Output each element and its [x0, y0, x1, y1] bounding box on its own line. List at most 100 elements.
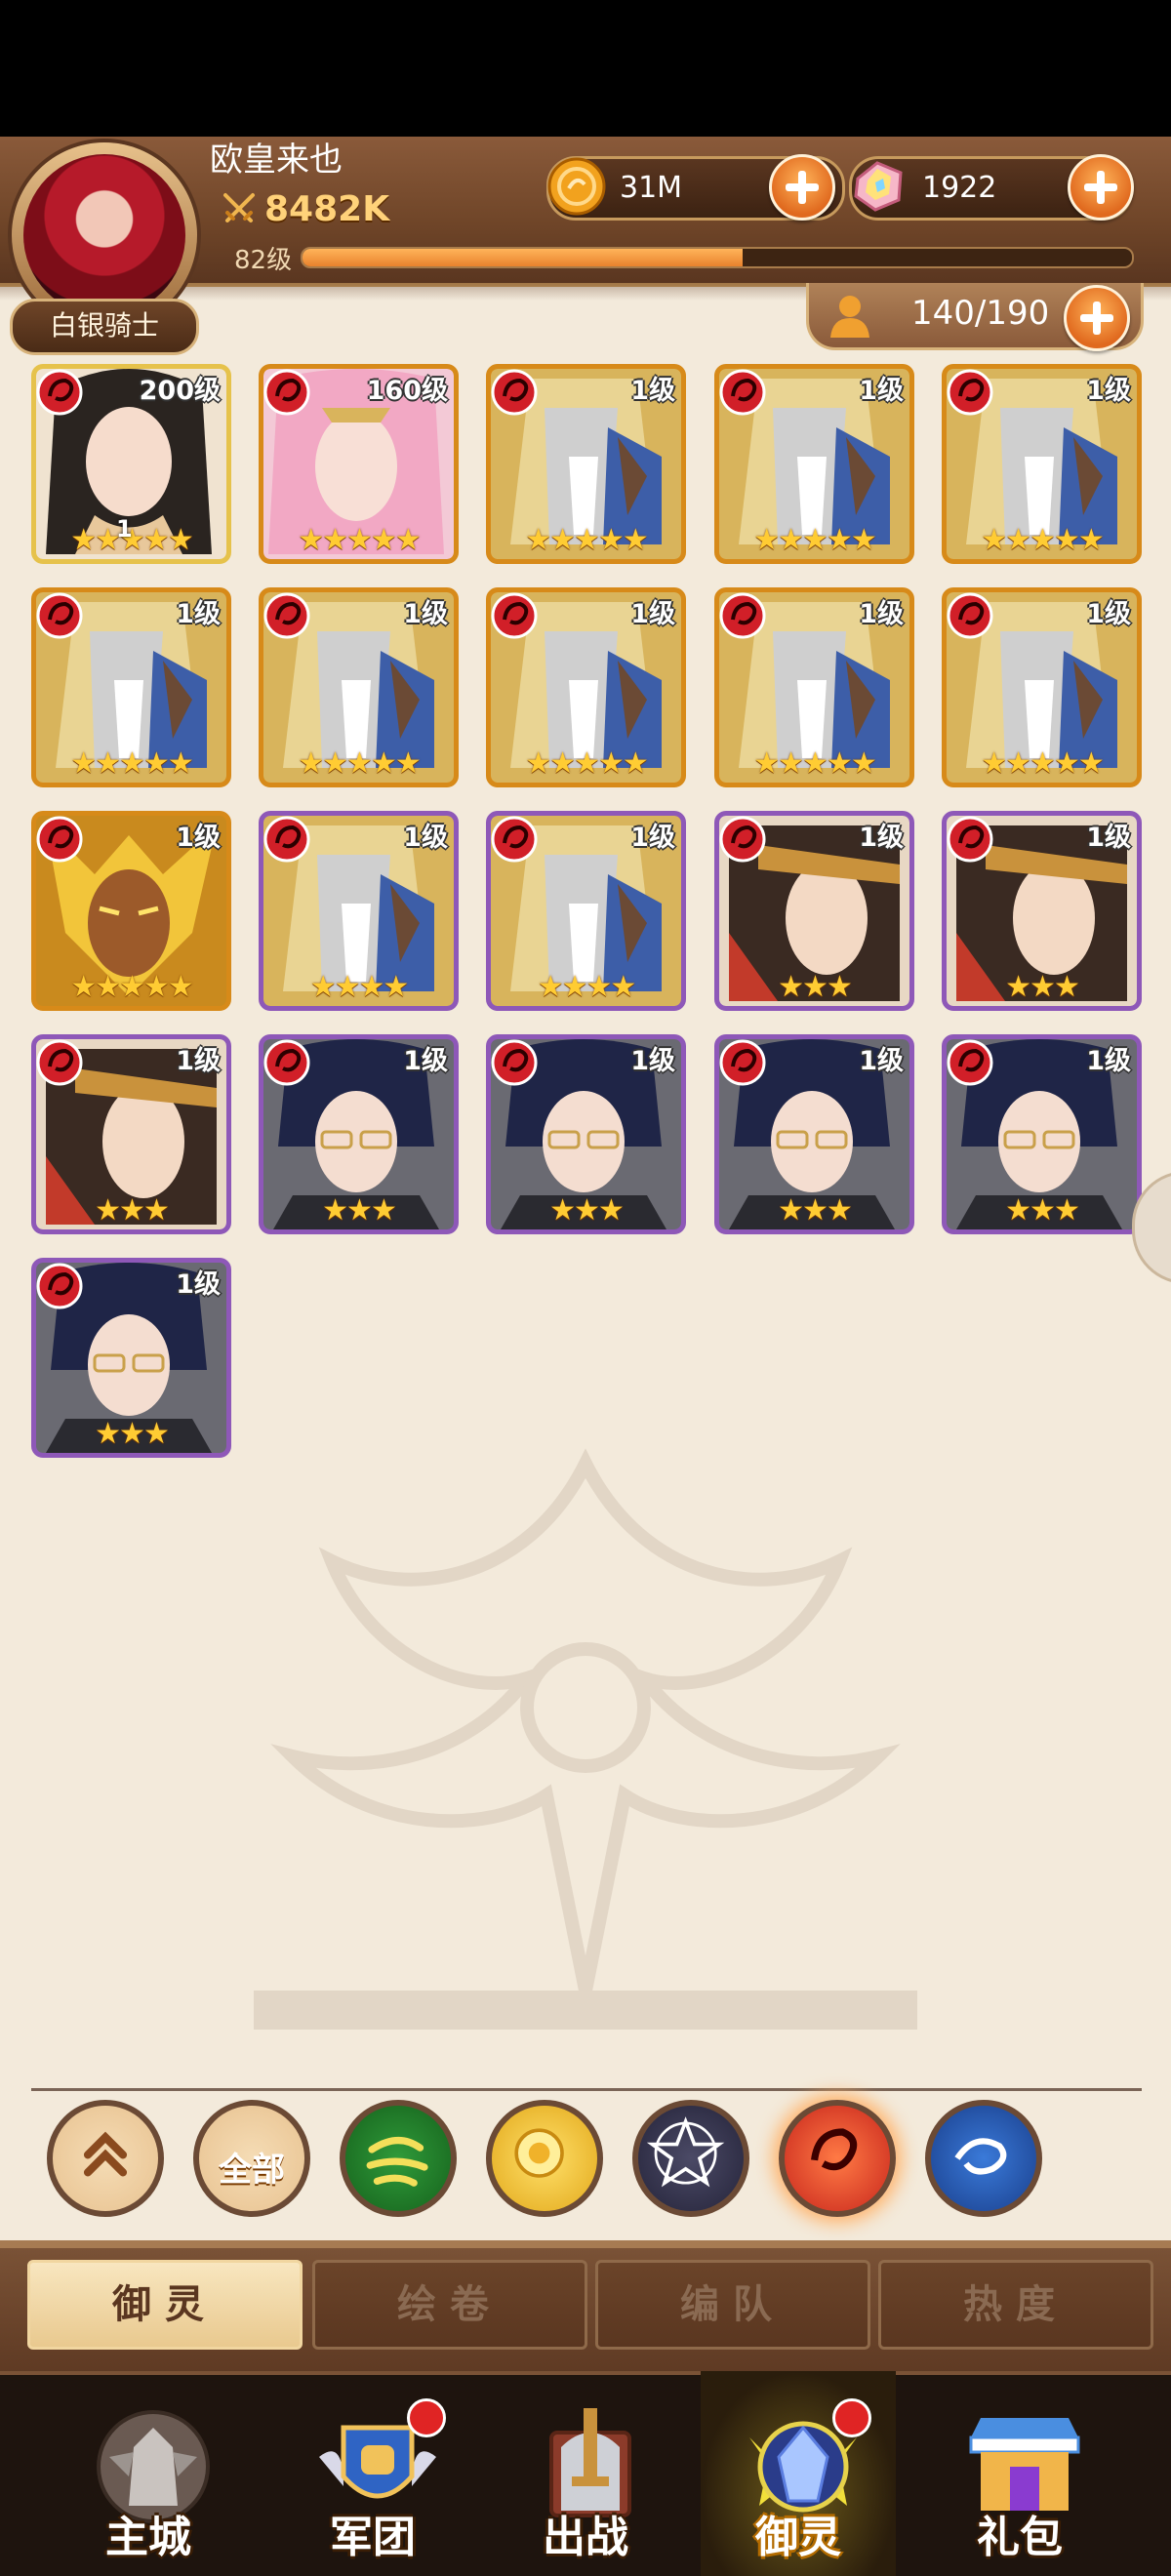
rose-element-icon — [492, 2106, 597, 2211]
fire-element-icon — [491, 369, 538, 416]
water-element-icon — [931, 2106, 1036, 2211]
hero-card[interactable]: 1级 ★★★ — [714, 1034, 914, 1234]
hero-level: 1级 — [403, 823, 448, 853]
fire-element-icon — [36, 1039, 83, 1086]
gold-coin-icon — [547, 157, 606, 216]
filter-divider — [31, 2088, 1142, 2091]
hero-card[interactable]: 1级 ★★★ — [31, 1258, 231, 1458]
filter-wind-button[interactable] — [340, 2100, 457, 2217]
fire-element-icon — [36, 816, 83, 863]
hero-star-rating: ★★★★ — [537, 970, 637, 1004]
filter-light-button[interactable] — [486, 2100, 603, 2217]
notification-dot — [407, 2398, 446, 2437]
crystal-gem-icon — [854, 161, 903, 212]
filter-water-button[interactable] — [925, 2100, 1042, 2217]
tab-label: 绘卷 — [397, 2282, 503, 2327]
filter-dark-button[interactable] — [632, 2100, 749, 2217]
hero-star-rating: ★★★★★ — [753, 746, 876, 781]
hero-card[interactable]: 1级 ★★★ — [259, 1034, 459, 1234]
fire-element-icon — [491, 592, 538, 639]
filter-label: 全部 — [219, 2151, 285, 2190]
hero-star-rating: ★★★★★ — [298, 523, 421, 557]
nav-main-city[interactable]: 主城 — [51, 2371, 246, 2576]
fire-element-icon — [947, 1039, 993, 1086]
hero-level: 1级 — [176, 823, 221, 853]
hero-level: 160级 — [366, 376, 448, 406]
hero-level: 1级 — [1086, 376, 1131, 406]
hero-level: 1级 — [1086, 1046, 1131, 1076]
hero-card[interactable]: 1级 ★★★★★ — [942, 587, 1142, 787]
fire-element-icon — [36, 592, 83, 639]
hero-star-rating: ★★★★★ — [525, 746, 648, 781]
crossed-swords-icon — [223, 193, 255, 222]
filter-all-button[interactable]: 全部 — [193, 2100, 310, 2217]
tab-biandui[interactable]: 编队 — [595, 2260, 870, 2350]
hero-card[interactable]: 1级 ★★★ — [486, 1034, 686, 1234]
fire-element-icon — [719, 1039, 766, 1086]
fire-element-icon — [719, 592, 766, 639]
hero-level: 1级 — [630, 376, 675, 406]
hero-badge-number: 1 — [116, 515, 133, 543]
exp-bar — [301, 247, 1134, 268]
hero-level: 1级 — [176, 1046, 221, 1076]
hero-card[interactable]: 1级 ★★★ — [942, 1034, 1142, 1234]
nav-label: 出战 — [543, 2513, 628, 2562]
hero-level: 1级 — [859, 823, 904, 853]
hero-level: 200级 — [139, 376, 221, 406]
hero-card[interactable]: 200级 ★★★★★ 1 — [31, 364, 231, 564]
hero-card[interactable]: 1级 ★★★★★ — [31, 811, 231, 1011]
hero-card[interactable]: 1级 ★★★★★ — [259, 587, 459, 787]
hero-card[interactable]: 1级 ★★★★ — [259, 811, 459, 1011]
hero-star-rating: ★★★★★ — [981, 523, 1104, 557]
hero-level: 1级 — [403, 1046, 448, 1076]
nav-label: 礼包 — [977, 2513, 1063, 2562]
hero-card[interactable]: 1级 ★★★★★ — [486, 364, 686, 564]
fire-element-icon — [263, 369, 310, 416]
fire-element-icon — [263, 816, 310, 863]
nav-legion[interactable]: 军团 — [275, 2371, 470, 2576]
fire-element-icon — [36, 369, 83, 416]
hero-card[interactable]: 1级 ★★★★★ — [714, 364, 914, 564]
nav-battle[interactable]: 出战 — [488, 2371, 683, 2576]
hero-level: 1级 — [403, 599, 448, 629]
hero-card[interactable]: 1级 ★★★★★ — [486, 587, 686, 787]
fire-element-icon — [719, 816, 766, 863]
combat-power-value: 8482K — [264, 188, 390, 229]
hero-level: 1级 — [859, 1046, 904, 1076]
expand-capacity-button[interactable] — [1064, 285, 1130, 351]
hero-card[interactable]: 1级 ★★★ — [714, 811, 914, 1011]
tab-huijuan[interactable]: 绘卷 — [312, 2260, 587, 2350]
notification-dot — [832, 2398, 871, 2437]
add-gold-button[interactable] — [769, 154, 835, 221]
hero-level: 1级 — [1086, 823, 1131, 853]
hero-card[interactable]: 160级 ★★★★★ — [259, 364, 459, 564]
tab-redu[interactable]: 热度 — [878, 2260, 1153, 2350]
hero-card[interactable]: 1级 ★★★★ — [486, 811, 686, 1011]
player-rank-badge: 白银骑士 — [10, 299, 199, 355]
hero-card[interactable]: 1级 ★★★★★ — [714, 587, 914, 787]
hero-level: 1级 — [859, 376, 904, 406]
filter-collapse-button[interactable] — [47, 2100, 164, 2217]
hero-star-rating: ★★★ — [95, 1193, 170, 1228]
hero-card[interactable]: 1级 ★★★★★ — [31, 587, 231, 787]
hero-star-rating: ★★★ — [322, 1193, 397, 1228]
filter-fire-button[interactable] — [779, 2100, 896, 2217]
nav-gift-pack[interactable]: 礼包 — [922, 2371, 1117, 2576]
player-level: 82级 — [234, 245, 293, 275]
fire-element-icon — [491, 816, 538, 863]
app-root: 白银骑士 欧皇来也 8482K 82级 31M 1922 140/190 200… — [0, 137, 1171, 2576]
hero-card[interactable]: 1级 ★★★ — [31, 1034, 231, 1234]
tab-label: 热度 — [963, 2282, 1069, 2327]
gem-amount: 1922 — [922, 171, 997, 205]
bottom-nav: 主城 军团 出战 御灵 礼包 — [0, 2371, 1171, 2576]
wind-element-icon — [345, 2106, 451, 2211]
hero-star-rating: ★★★ — [1005, 1193, 1080, 1228]
nav-yuling[interactable]: 御灵 — [701, 2371, 896, 2576]
hero-star-rating: ★★★ — [95, 1417, 170, 1451]
tab-yuling[interactable]: 御灵 — [27, 2260, 303, 2350]
hero-star-rating: ★★★ — [549, 1193, 625, 1228]
nav-label: 主城 — [105, 2513, 191, 2562]
hero-card[interactable]: 1级 ★★★★★ — [942, 364, 1142, 564]
add-gem-button[interactable] — [1068, 154, 1134, 221]
hero-card[interactable]: 1级 ★★★ — [942, 811, 1142, 1011]
